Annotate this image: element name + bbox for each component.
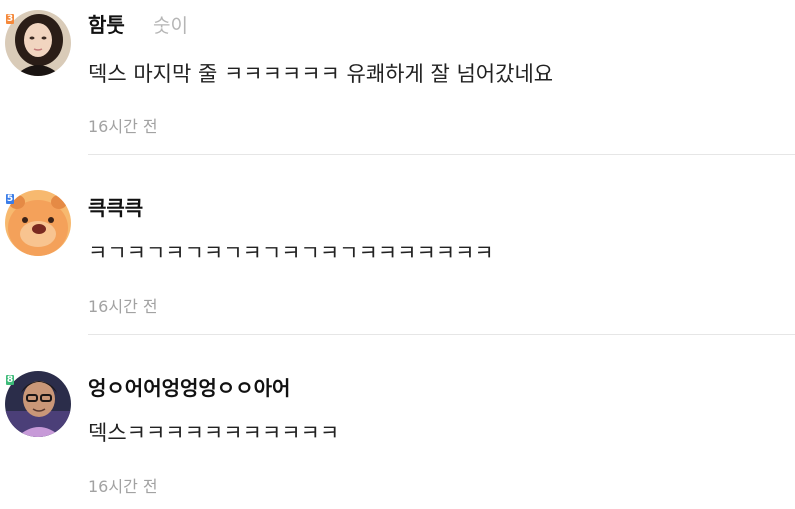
timestamp: 16시간 전 bbox=[88, 477, 158, 496]
man-portrait-icon bbox=[5, 371, 71, 437]
level-badge: 8 bbox=[6, 375, 14, 385]
comment-item: 8 엉ㅇ어어엉엉엉ㅇㅇ아어 덱스ㅋㅋㅋㅋㅋㅋㅋㅋㅋㅋㅋ 16시간 전 bbox=[0, 0, 795, 509]
user-avatar[interactable] bbox=[5, 371, 71, 437]
nickname[interactable]: 엉ㅇ어어엉엉엉ㅇㅇ아어 bbox=[88, 372, 290, 401]
comment-text: 덱스ㅋㅋㅋㅋㅋㅋㅋㅋㅋㅋㅋ bbox=[88, 421, 340, 445]
